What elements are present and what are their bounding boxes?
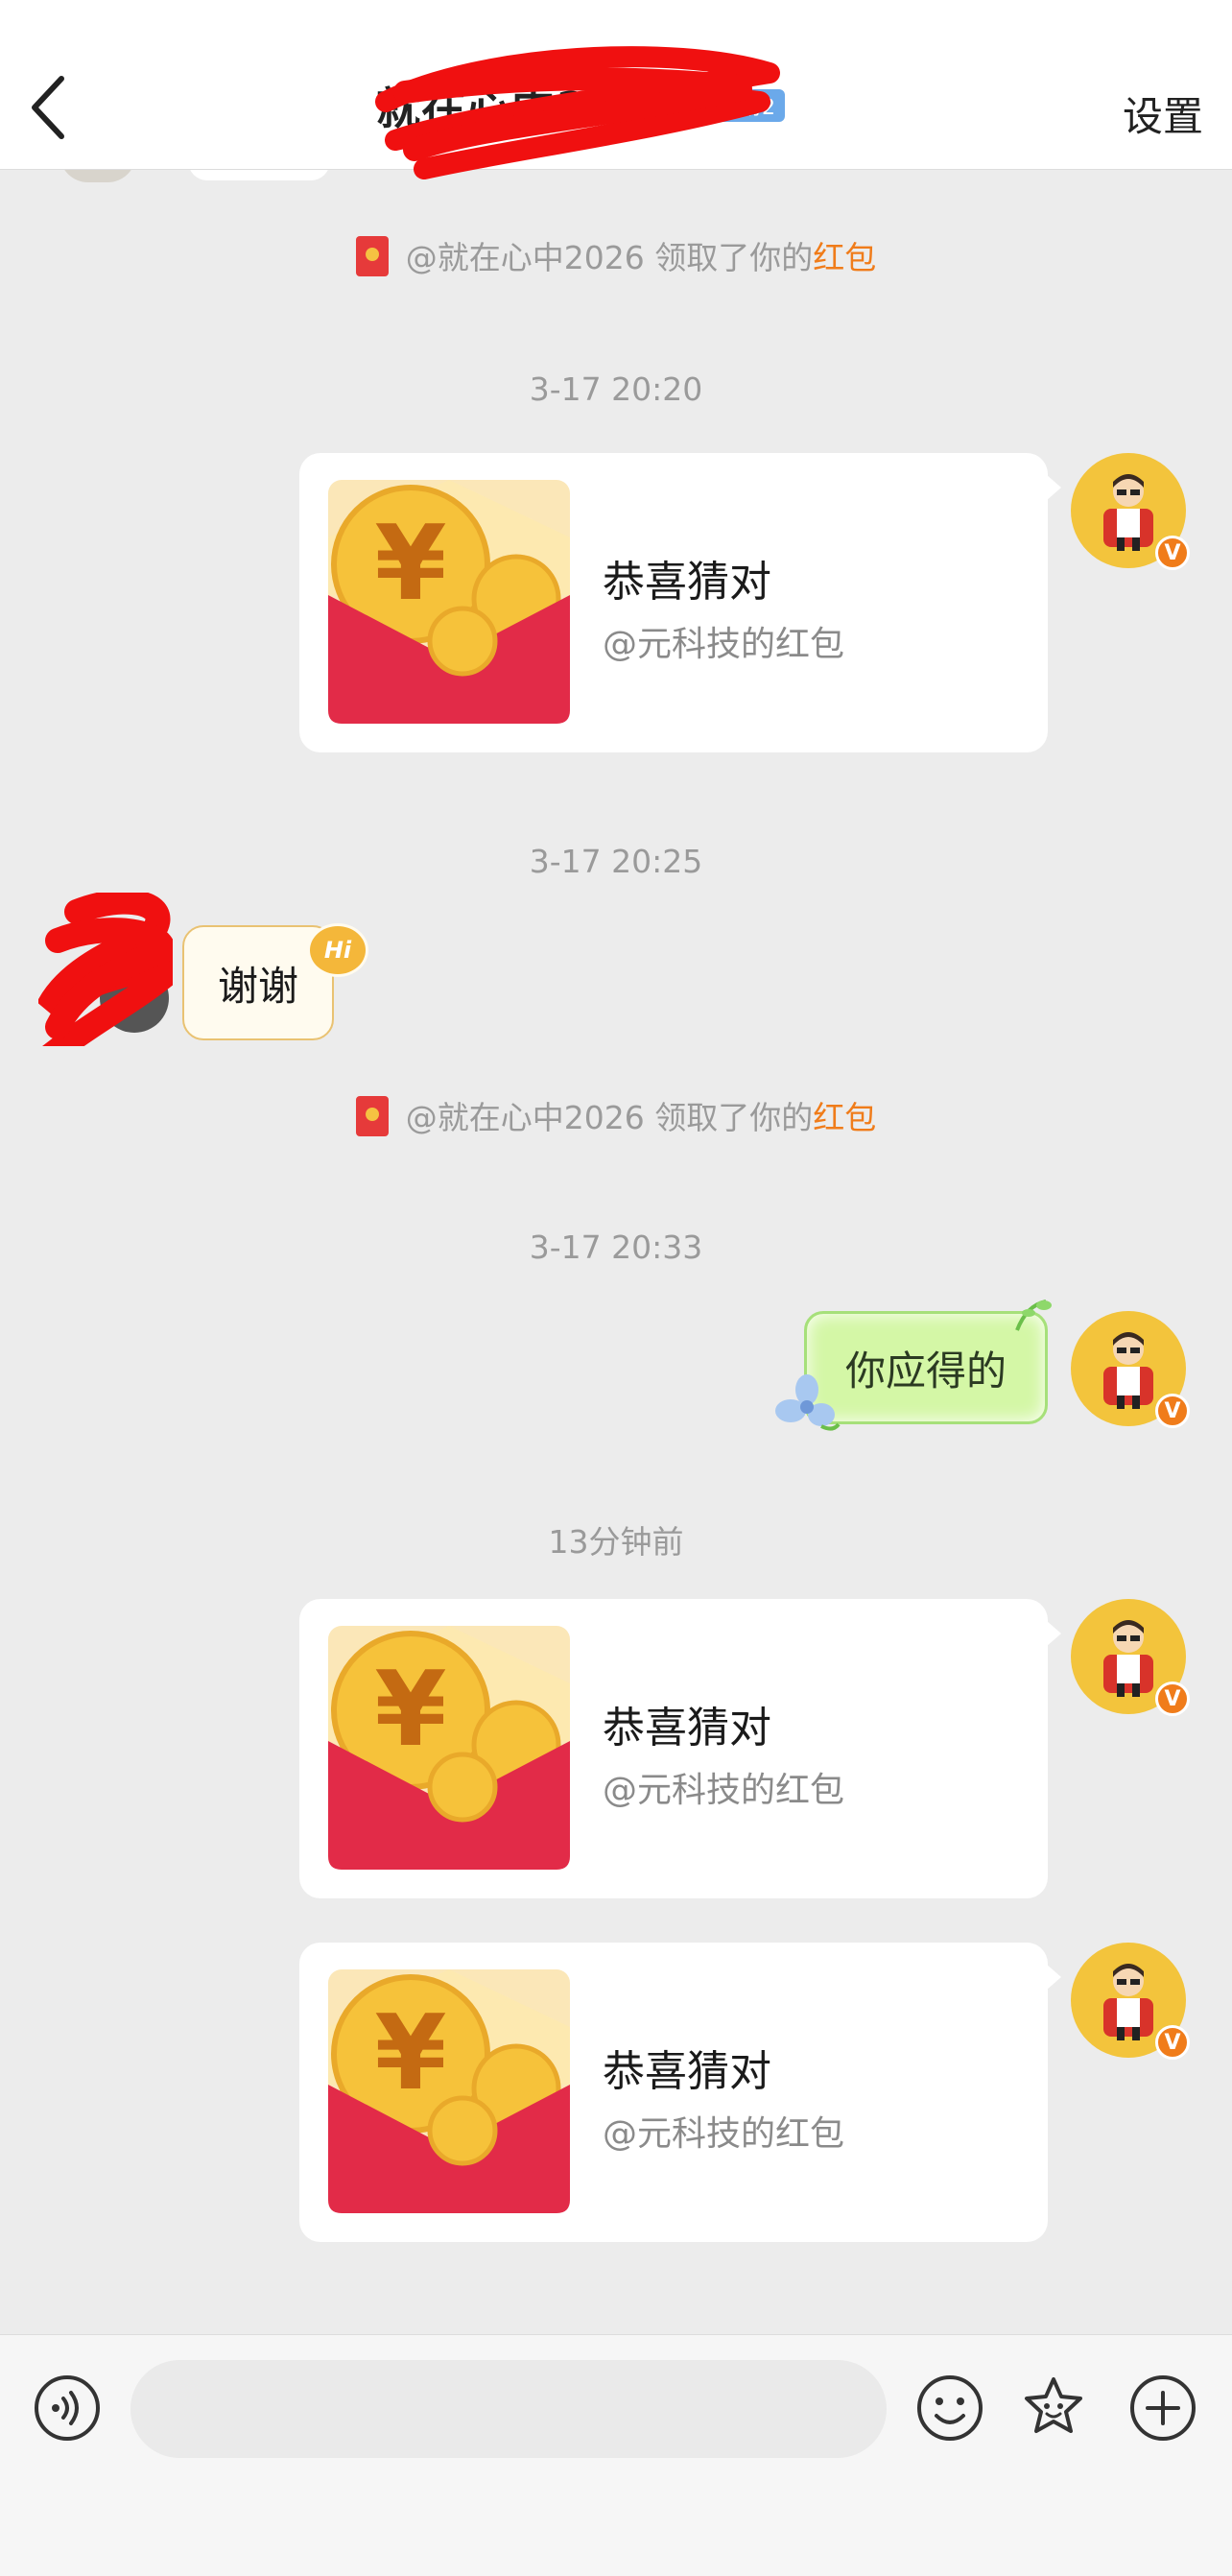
red-packet-image-icon: ¥: [328, 480, 570, 724]
settings-button[interactable]: 设置: [1123, 84, 1203, 143]
red-packet-link[interactable]: 红包: [813, 239, 876, 276]
my-avatar[interactable]: V: [1071, 453, 1190, 570]
timestamp: 13分钟前: [548, 1523, 684, 1561]
chat-header: 就在心中2026 铁粉2 设置: [0, 0, 1232, 179]
sticker-icon: [1025, 2377, 1082, 2433]
plus-icon: [1130, 2375, 1196, 2441]
red-packet-link[interactable]: 红包: [813, 1099, 876, 1136]
my-avatar[interactable]: V: [1071, 1943, 1190, 2060]
timestamp: 3-17 20:33: [529, 1228, 703, 1266]
verified-badge: V: [1155, 1394, 1190, 1428]
red-packet-title: 恭喜猜对: [603, 1704, 771, 1753]
voice-icon: [35, 2375, 100, 2441]
red-packet-title: 恭喜猜对: [603, 2047, 771, 2096]
red-packet-icon: [355, 1096, 389, 1136]
my-avatar[interactable]: V: [1071, 1599, 1190, 1716]
red-packet-card[interactable]: ¥ 恭喜猜对 @元科技的红包: [299, 1943, 1061, 2242]
red-packet-title: 恭喜猜对: [603, 558, 771, 607]
system-notice: @就在心中2026 领取了你的红包: [0, 1092, 1232, 1138]
red-packet-sender: @元科技的红包: [603, 625, 845, 664]
svg-text:¥: ¥: [374, 504, 446, 624]
more-button[interactable]: [1128, 2373, 1197, 2443]
diamond-icon: [699, 96, 719, 115]
system-notice: @就在心中2026 领取了你的红包: [0, 232, 1232, 278]
hi-sticker-icon: Hi: [307, 923, 368, 977]
message-input-bar: [0, 2334, 1232, 2576]
red-packet-image-icon: ¥: [328, 1969, 570, 2213]
notice-text: @就在心中2026 领取了你的: [405, 239, 814, 276]
notice-text: @就在心中2026 领取了你的: [405, 1099, 814, 1136]
verified-badge: V: [1155, 2025, 1190, 2060]
red-packet-card[interactable]: ¥ 恭喜猜对 @元科技的红包: [299, 453, 1061, 752]
red-packet-sender: @元科技的红包: [603, 2114, 845, 2154]
emoji-button[interactable]: [915, 2373, 984, 2443]
voice-button[interactable]: [33, 2373, 102, 2443]
chat-title: 就在心中2026: [376, 83, 684, 134]
sprout-decoration-icon: [1015, 1300, 1052, 1331]
sticker-button[interactable]: [1019, 2373, 1088, 2443]
back-button[interactable]: [21, 67, 88, 154]
red-packet-icon: [355, 236, 389, 276]
emoji-icon: [917, 2375, 983, 2441]
fan-level-label: 铁粉2: [720, 96, 776, 120]
flower-decoration-icon: [775, 1374, 841, 1431]
timestamp: 3-17 20:20: [529, 370, 703, 408]
svg-text:¥: ¥: [374, 1993, 446, 2113]
chevron-left-icon: [32, 76, 64, 139]
red-packet-image-icon: ¥: [328, 1626, 570, 1870]
red-packet-card[interactable]: ¥ 恭喜猜对 @元科技的红包: [299, 1599, 1061, 1898]
other-user-avatar[interactable]: [38, 893, 173, 1046]
svg-text:¥: ¥: [374, 1650, 446, 1770]
verified-badge: V: [1155, 536, 1190, 570]
red-packet-sender: @元科技的红包: [603, 1771, 845, 1810]
my-avatar[interactable]: V: [1071, 1311, 1190, 1428]
timestamp: 3-17 20:25: [529, 843, 703, 880]
message-input[interactable]: [130, 2360, 887, 2458]
fan-level-badge: 铁粉2: [693, 89, 786, 122]
chat-title-area: 就在心中2026 铁粉2: [375, 46, 786, 179]
verified-badge: V: [1155, 1682, 1190, 1716]
